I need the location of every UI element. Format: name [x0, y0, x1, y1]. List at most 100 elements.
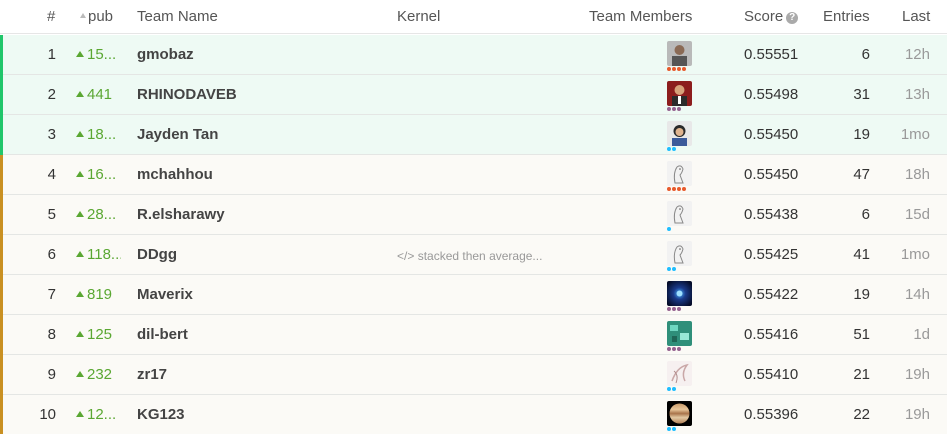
up-arrow-icon — [76, 51, 84, 57]
pub-column-header[interactable]: pub — [80, 8, 113, 25]
tier-indicator — [667, 387, 676, 391]
tier-indicator — [667, 227, 671, 231]
entries-column-header[interactable]: Entries — [823, 8, 870, 25]
avatar[interactable] — [667, 81, 692, 106]
score-value: 0.55498 — [744, 86, 799, 103]
team-members-column-header[interactable]: Team Members — [589, 8, 692, 25]
team-name-link[interactable]: mchahhou — [137, 166, 213, 183]
help-icon[interactable]: ? — [786, 12, 799, 24]
leaderboard-row: 4 16... mchahhou 0.55450 47 18h — [0, 155, 947, 195]
entries-value: 41 — [853, 246, 870, 263]
rank-value: 9 — [47, 366, 56, 383]
team-name-link[interactable]: gmobaz — [137, 46, 194, 63]
team-name-link[interactable]: dil-bert — [137, 326, 188, 343]
tier-dot — [667, 227, 671, 231]
avatar[interactable] — [667, 281, 692, 306]
entries-value: 31 — [853, 86, 870, 103]
rank-value: 5 — [47, 206, 56, 223]
tier-indicator — [667, 307, 681, 311]
tier-dot — [677, 347, 681, 351]
tier-dot — [667, 267, 671, 271]
score-value: 0.55396 — [744, 406, 799, 423]
rank-change: 441 — [76, 86, 121, 103]
score-column-header[interactable]: Score? — [744, 8, 799, 25]
team-name-link[interactable]: Maverix — [137, 286, 193, 303]
tier-indicator — [667, 67, 686, 71]
rank-change: 18... — [76, 126, 121, 143]
entries-value: 19 — [853, 126, 870, 143]
up-arrow-icon — [76, 211, 84, 217]
score-value: 0.55438 — [744, 206, 799, 223]
entries-value: 6 — [861, 46, 870, 63]
up-arrow-icon — [76, 171, 84, 177]
tier-dot — [667, 387, 671, 391]
leaderboard-row: 9 232 zr17 0.55410 21 19h — [0, 355, 947, 395]
team-name-link[interactable]: KG123 — [137, 406, 185, 423]
tier-indicator — [667, 147, 676, 151]
rank-change: 15... — [76, 46, 121, 63]
tier-dot — [682, 67, 686, 71]
team-name-link[interactable]: RHINODAVEB — [137, 86, 237, 103]
avatar[interactable] — [667, 121, 692, 146]
sort-icon — [80, 13, 86, 18]
rank-change: 819 — [76, 286, 121, 303]
tier-dot — [682, 187, 686, 191]
rank-change: 232 — [76, 366, 121, 383]
entries-value: 19 — [853, 286, 870, 303]
last-submission-time: 14h — [904, 286, 930, 303]
tier-dot — [672, 67, 676, 71]
tier-dot — [672, 347, 676, 351]
last-submission-time: 19h — [904, 406, 930, 423]
tier-dot — [667, 107, 671, 111]
last-column-header[interactable]: Last — [902, 8, 930, 25]
rank-column-header[interactable]: # — [47, 8, 55, 25]
team-name-link[interactable]: zr17 — [137, 366, 167, 383]
tier-dot — [677, 67, 681, 71]
tier-dot — [672, 307, 676, 311]
score-value: 0.55425 — [744, 246, 799, 263]
tier-dot — [667, 347, 671, 351]
tier-dot — [672, 107, 676, 111]
kernel-column-header[interactable]: Kernel — [397, 8, 440, 25]
avatar[interactable] — [667, 201, 692, 226]
rank-value: 3 — [47, 126, 56, 143]
up-arrow-icon — [76, 291, 84, 297]
leaderboard-row: 2 441 RHINODAVEB 0.55498 31 13h — [0, 75, 947, 115]
code-icon: </> — [397, 249, 418, 263]
avatar[interactable] — [667, 401, 692, 426]
avatar[interactable] — [667, 161, 692, 186]
up-arrow-icon — [76, 371, 84, 377]
tier-dot — [667, 307, 671, 311]
tier-dot — [672, 187, 676, 191]
up-arrow-icon — [76, 91, 84, 97]
team-name-link[interactable]: DDgg — [137, 246, 177, 263]
rank-value: 2 — [47, 86, 56, 103]
kernel-link[interactable]: </> stacked then average... — [397, 249, 542, 263]
tier-dot — [672, 387, 676, 391]
rank-change: 125 — [76, 326, 121, 343]
rank-value: 4 — [47, 166, 56, 183]
avatar[interactable] — [667, 41, 692, 66]
tier-dot — [667, 427, 671, 431]
score-value: 0.55450 — [744, 126, 799, 143]
up-arrow-icon — [76, 131, 84, 137]
up-arrow-icon — [76, 251, 84, 257]
tier-dot — [672, 147, 676, 151]
rank-value: 6 — [47, 246, 56, 263]
team-name-link[interactable]: Jayden Tan — [137, 126, 218, 143]
tier-dot — [667, 147, 671, 151]
last-submission-time: 18h — [904, 166, 930, 183]
up-arrow-icon — [76, 331, 84, 337]
avatar[interactable] — [667, 361, 692, 386]
tier-dot — [677, 187, 681, 191]
avatar[interactable] — [667, 241, 692, 266]
score-value: 0.55450 — [744, 166, 799, 183]
entries-value: 22 — [853, 406, 870, 423]
team-name-link[interactable]: R.elsharawy — [137, 206, 225, 223]
avatar[interactable] — [667, 321, 692, 346]
score-value: 0.55410 — [744, 366, 799, 383]
entries-value: 51 — [853, 326, 870, 343]
team-name-column-header[interactable]: Team Name — [137, 8, 218, 25]
rank-value: 10 — [39, 406, 56, 423]
entries-value: 6 — [861, 206, 870, 223]
